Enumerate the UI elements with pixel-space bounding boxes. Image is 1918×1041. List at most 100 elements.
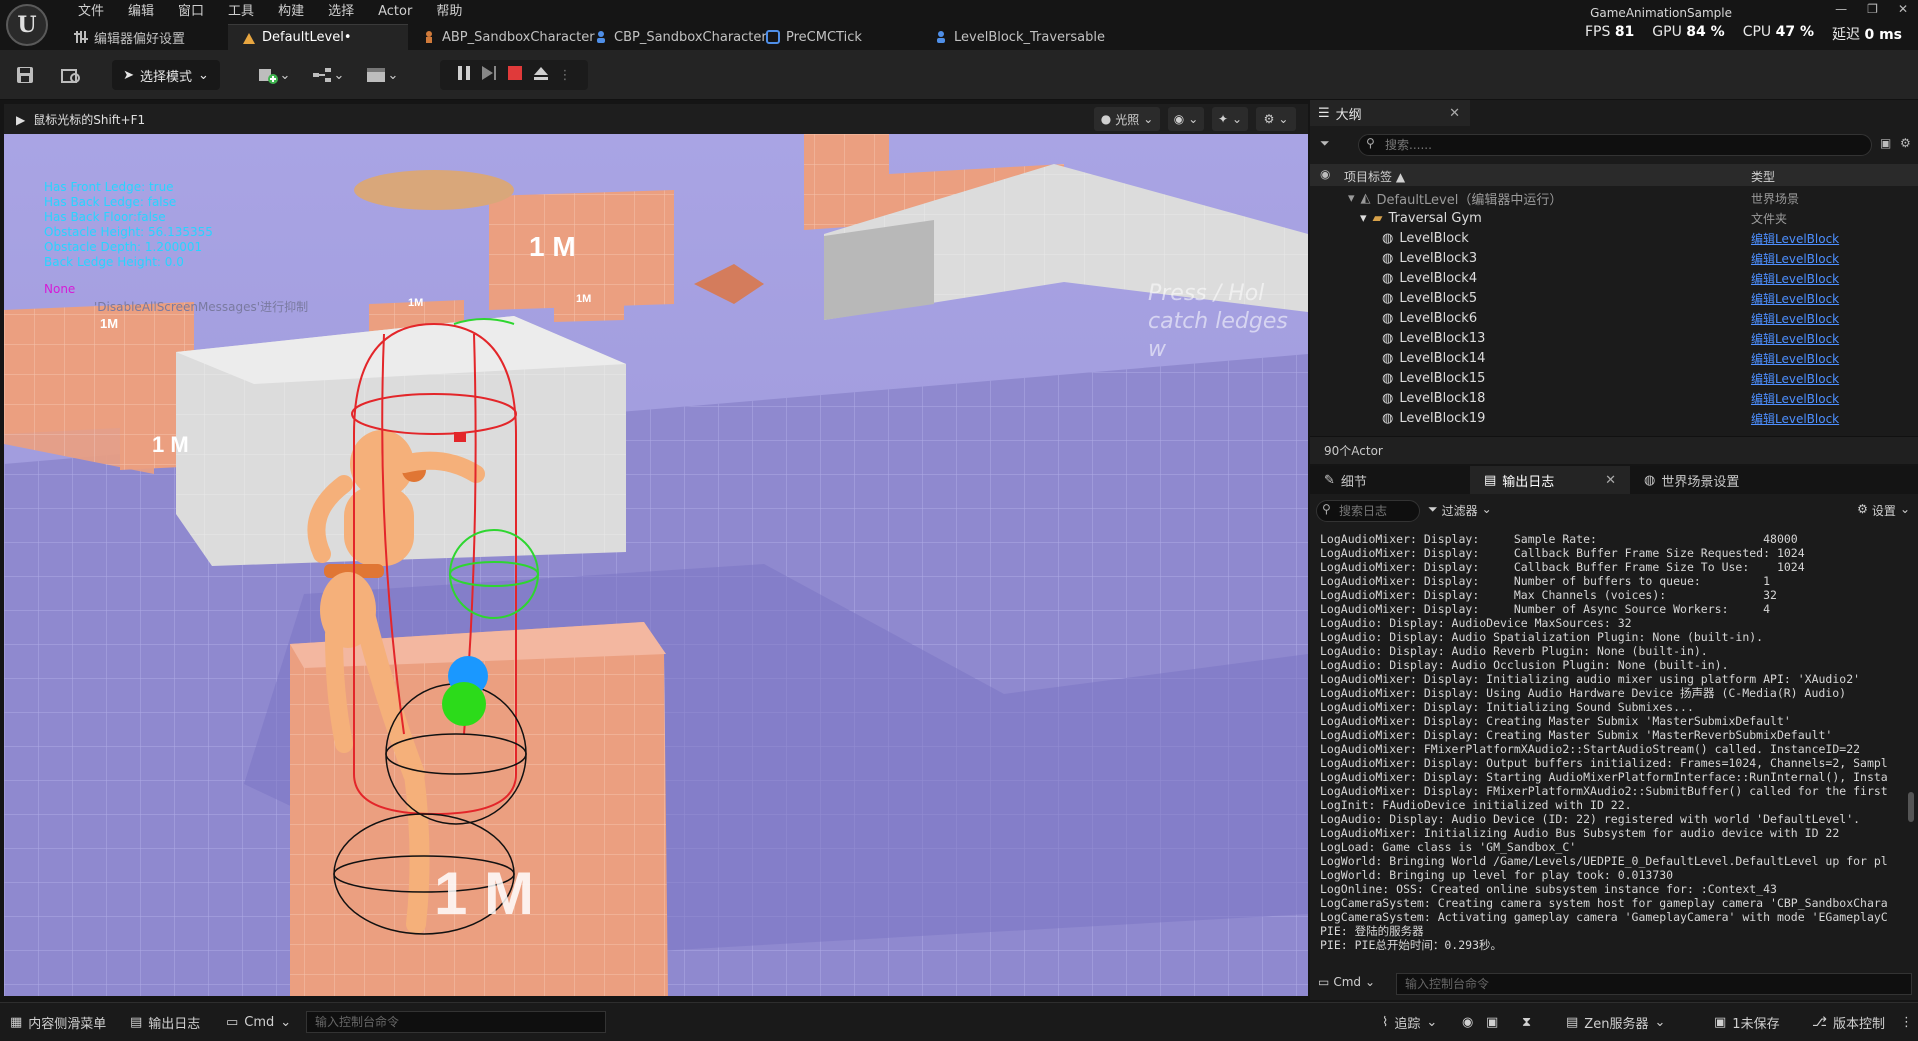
- chevron-down-icon[interactable]: ▾: [1348, 191, 1355, 206]
- block-label-1m-left: 1 M: [152, 432, 189, 457]
- tree-row-actor[interactable]: ◍ LevelBlock4 编辑LevelBlock: [1310, 268, 1910, 288]
- tab-levelblock-traversable[interactable]: LevelBlock_Traversable: [920, 24, 1110, 50]
- more-options-icon[interactable]: ⋮: [559, 68, 572, 83]
- close-icon[interactable]: ✕: [1449, 106, 1460, 121]
- tree-row-actor[interactable]: ◍ LevelBlock 编辑LevelBlock: [1310, 228, 1910, 248]
- screenshot-button[interactable]: ▣: [1486, 1011, 1498, 1033]
- edit-blueprint-link[interactable]: 编辑LevelBlock: [1751, 270, 1839, 287]
- tree-row-actor[interactable]: ◍ LevelBlock13 编辑LevelBlock: [1310, 328, 1910, 348]
- filters-dropdown[interactable]: ⏷ 过滤器 ⌄: [1428, 502, 1492, 519]
- filter-icon[interactable]: ⏷: [1320, 136, 1330, 151]
- eye-icon[interactable]: ◉: [1320, 167, 1330, 181]
- more-options-icon[interactable]: ⋮: [1900, 1011, 1913, 1033]
- tab-abp-sandbox-character[interactable]: ABP_SandboxCharacter: [408, 24, 595, 50]
- hourglass-button[interactable]: ⧗: [1522, 1011, 1531, 1033]
- tree-row-actor[interactable]: ◍ LevelBlock5 编辑LevelBlock: [1310, 288, 1910, 308]
- menu-help[interactable]: 帮助: [424, 2, 474, 22]
- statusbar-command-input[interactable]: 输入控制台命令: [306, 1011, 606, 1033]
- edit-blueprint-link[interactable]: 编辑LevelBlock: [1751, 290, 1839, 307]
- unsaved-button[interactable]: ▣ 1未保存: [1714, 1011, 1780, 1033]
- menu-build[interactable]: 构建: [266, 2, 316, 22]
- tree-row-actor[interactable]: ◍ LevelBlock6 编辑LevelBlock: [1310, 308, 1910, 328]
- menu-window[interactable]: 窗口: [166, 2, 216, 22]
- play-triangle-icon[interactable]: ▶: [16, 113, 25, 127]
- gear-icon[interactable]: ⚙: [1900, 136, 1911, 150]
- tree-row-folder[interactable]: ▾ ▰ Traversal Gym 文件夹: [1310, 208, 1910, 228]
- log-output[interactable]: LogAudioMixer: Display: Sample Rate: 480…: [1320, 532, 1906, 960]
- viewport-settings-dropdown[interactable]: ⚙ ⌄: [1256, 107, 1296, 131]
- add-actor-button[interactable]: ⌄: [254, 60, 294, 90]
- save-icon[interactable]: [12, 60, 38, 90]
- tree-row-actor[interactable]: ◍ LevelBlock18 编辑LevelBlock: [1310, 388, 1910, 408]
- lower-panel-tabs: ✎ 细节 ▤ 输出日志 ✕ ◍ 世界场景设置: [1310, 466, 1918, 494]
- source-control-button[interactable]: ⎇ 版本控制: [1812, 1011, 1885, 1033]
- edit-blueprint-link[interactable]: 编辑LevelBlock: [1751, 410, 1839, 427]
- minimize-icon[interactable]: —: [1835, 2, 1847, 16]
- edit-blueprint-link[interactable]: 编辑LevelBlock: [1751, 230, 1839, 247]
- tab-details[interactable]: ✎ 细节: [1310, 466, 1470, 494]
- log-settings-dropdown[interactable]: ⚙ 设置 ⌄: [1857, 502, 1910, 519]
- close-icon[interactable]: ✕: [1898, 2, 1908, 16]
- tab-editor-preferences[interactable]: 编辑器偏好设置: [60, 24, 228, 50]
- actor-icon: ◍: [1382, 230, 1394, 246]
- menu-file[interactable]: 文件: [66, 2, 116, 22]
- edit-blueprint-link[interactable]: 编辑LevelBlock: [1751, 370, 1839, 387]
- cmd-dropdown[interactable]: ▭ Cmd ⌄: [1318, 975, 1375, 989]
- chevron-down-icon: ⌄: [1278, 112, 1289, 126]
- tree-row-actor[interactable]: ◍ LevelBlock14 编辑LevelBlock: [1310, 348, 1910, 368]
- menu-select[interactable]: 选择: [316, 2, 366, 22]
- document-tabs: 编辑器偏好设置 DefaultLevel• ABP_SandboxCharact…: [60, 24, 1110, 50]
- pause-icon[interactable]: [457, 65, 471, 85]
- edit-blueprint-link[interactable]: 编辑LevelBlock: [1751, 310, 1839, 327]
- trace-dropdown[interactable]: ⌇ 追踪 ⌄: [1382, 1011, 1437, 1033]
- scalability-dropdown[interactable]: ✦ ⌄: [1212, 107, 1248, 131]
- output-log-button[interactable]: ▤ 输出日志: [130, 1011, 200, 1033]
- column-item-label[interactable]: 项目标签 ▲: [1344, 168, 1405, 185]
- console-command-input[interactable]: 输入控制台命令: [1396, 973, 1912, 995]
- stop-icon[interactable]: [507, 65, 523, 85]
- tab-outliner[interactable]: ☰ 大纲 ✕: [1310, 100, 1470, 126]
- restore-icon[interactable]: ❐: [1867, 2, 1878, 16]
- tree-row-actor[interactable]: ◍ LevelBlock3 编辑LevelBlock: [1310, 248, 1910, 268]
- menu-edit[interactable]: 编辑: [116, 2, 166, 22]
- menu-actor[interactable]: Actor: [366, 2, 424, 22]
- edit-blueprint-link[interactable]: 编辑LevelBlock: [1751, 390, 1839, 407]
- edit-blueprint-link[interactable]: 编辑LevelBlock: [1751, 350, 1839, 367]
- edit-blueprint-link[interactable]: 编辑LevelBlock: [1751, 250, 1839, 267]
- cinematics-menu-button[interactable]: ⌄: [362, 60, 402, 90]
- outliner-tree: ▾ ◭ DefaultLevel（编辑器中运行） 世界场景 ▾ ▰ Traversal …: [1310, 188, 1910, 428]
- lit-mode-dropdown[interactable]: ● 光照 ⌄: [1094, 107, 1160, 131]
- tree-row-actor[interactable]: ◍ LevelBlock19 编辑LevelBlock: [1310, 408, 1910, 428]
- debug-point-red: [454, 432, 466, 442]
- eject-icon[interactable]: [533, 65, 549, 85]
- blueprint-menu-button[interactable]: ⌄: [308, 60, 348, 90]
- tree-row-actor[interactable]: ◍ LevelBlock15 编辑LevelBlock: [1310, 368, 1910, 388]
- record-button[interactable]: ◉: [1462, 1011, 1473, 1033]
- tab-precmctick[interactable]: PreCMCTick: [752, 24, 920, 50]
- edit-blueprint-link[interactable]: 编辑LevelBlock: [1751, 330, 1839, 347]
- log-line: LogWorld: Bringing up level for play too…: [1320, 868, 1674, 882]
- tab-world-settings[interactable]: ◍ 世界场景设置: [1630, 466, 1810, 494]
- step-frame-icon[interactable]: [481, 65, 497, 85]
- tab-output-log[interactable]: ▤ 输出日志 ✕: [1470, 466, 1630, 494]
- tab-default-level[interactable]: DefaultLevel•: [228, 24, 408, 50]
- cmd-dropdown[interactable]: ▭ Cmd ⌄: [226, 1011, 291, 1033]
- column-type[interactable]: 类型: [1751, 168, 1775, 185]
- tree-row-level[interactable]: ▾ ◭ DefaultLevel（编辑器中运行） 世界场景: [1310, 188, 1910, 208]
- show-flags-dropdown[interactable]: ◉ ⌄: [1168, 107, 1204, 131]
- chevron-down-icon[interactable]: ▾: [1360, 211, 1367, 226]
- actor-count: 90个Actor: [1310, 436, 1918, 464]
- close-icon[interactable]: ✕: [1605, 473, 1616, 488]
- add-folder-icon[interactable]: ▣: [1880, 136, 1891, 150]
- unreal-logo-icon[interactable]: U: [6, 4, 48, 46]
- zen-server-dropdown[interactable]: ▤ Zen服务器 ⌄: [1566, 1011, 1665, 1033]
- selection-mode-dropdown[interactable]: ➤ 选择模式 ⌄: [112, 60, 220, 90]
- log-search-input[interactable]: 搜索日志: [1316, 500, 1420, 522]
- content-browser-icon[interactable]: [56, 60, 86, 90]
- level-viewport[interactable]: 1 M 1 M 1M 1M 1M 1 M Has Front Ledge: tr…: [4, 134, 1308, 996]
- content-drawer-button[interactable]: ▦ 内容侧滑菜单: [10, 1011, 106, 1033]
- tab-cbp-sandbox-character[interactable]: CBP_SandboxCharacter: [580, 24, 767, 50]
- menu-tools[interactable]: 工具: [216, 2, 266, 22]
- log-scrollbar[interactable]: [1908, 792, 1914, 822]
- outliner-search-input[interactable]: 搜索......: [1358, 134, 1872, 156]
